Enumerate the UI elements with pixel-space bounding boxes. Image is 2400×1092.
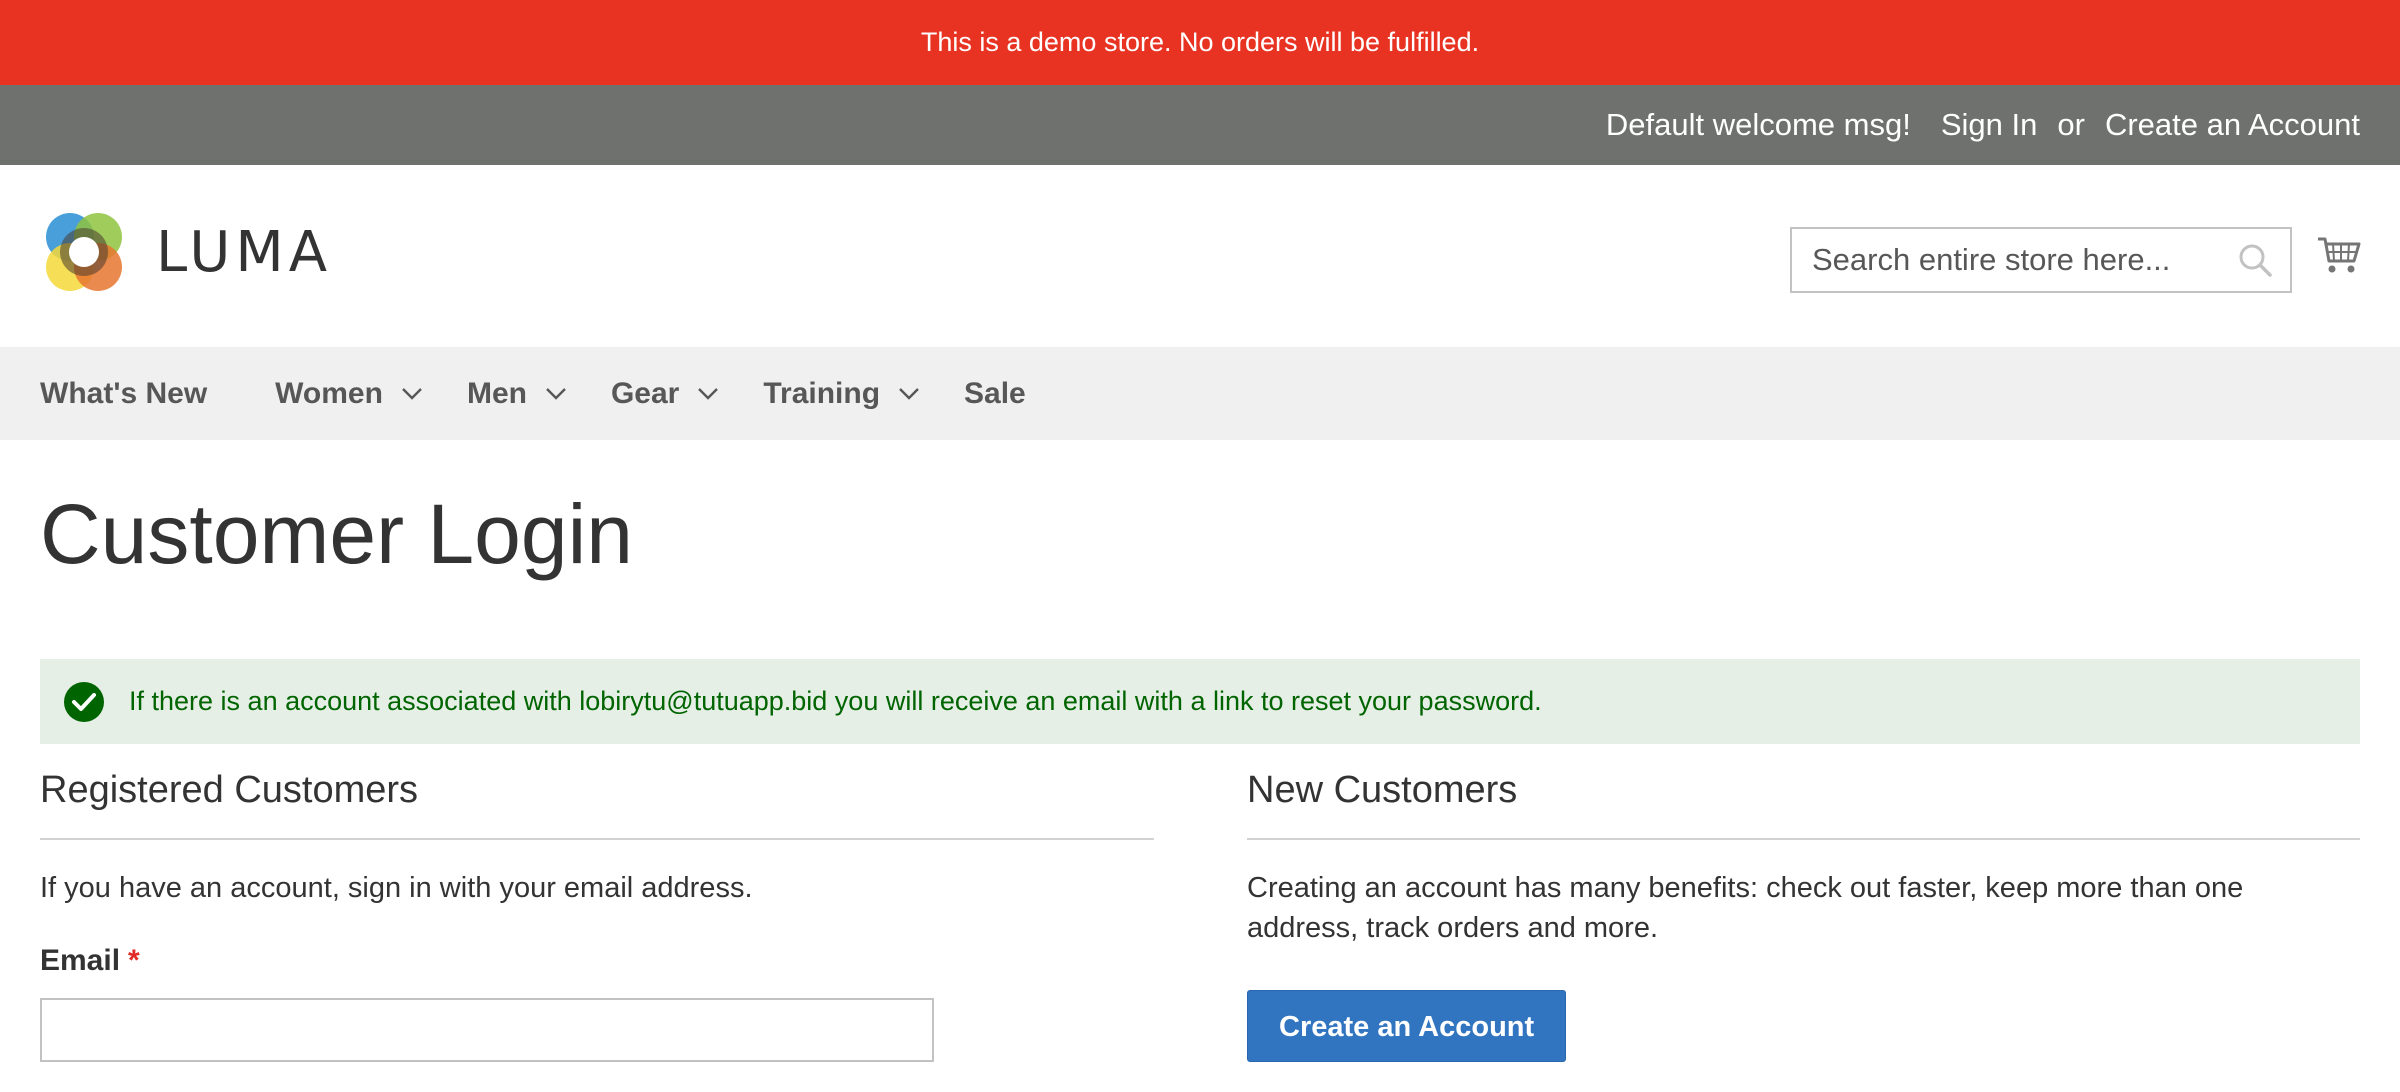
top-links-bar: Default welcome msg! Sign In or Create a… xyxy=(0,85,2400,165)
nav-item-women[interactable]: Women xyxy=(275,377,423,411)
search-icon[interactable] xyxy=(2238,243,2272,277)
nav-label: Women xyxy=(275,376,383,410)
demo-banner-text: This is a demo store. No orders will be … xyxy=(920,27,1480,57)
nav-item-whats-new[interactable]: What's New xyxy=(40,377,207,411)
registered-customers-block: Registered Customers If you have an acco… xyxy=(40,760,1154,1062)
new-customers-intro: Creating an account has many benefits: c… xyxy=(1247,872,2244,944)
chevron-down-icon xyxy=(899,387,919,400)
nav-item-men[interactable]: Men xyxy=(467,377,567,411)
registered-customers-title: Registered Customers xyxy=(40,760,1154,840)
logo-wordmark: LUMA xyxy=(156,219,333,285)
store-logo[interactable]: LUMA xyxy=(40,207,332,297)
nav-label: Men xyxy=(466,376,527,410)
create-account-link[interactable]: Create an Account xyxy=(2105,107,2360,143)
success-message: If there is an account associated with l… xyxy=(40,659,2360,744)
new-customers-title: New Customers xyxy=(1247,760,2360,840)
chevron-down-icon xyxy=(546,387,566,400)
email-field[interactable] xyxy=(40,998,934,1062)
nav-item-sale[interactable]: Sale xyxy=(964,377,1026,411)
cart-icon[interactable] xyxy=(2316,231,2362,277)
create-account-button[interactable]: Create an Account xyxy=(1247,990,1567,1062)
search-input[interactable] xyxy=(1792,229,2212,291)
new-customers-block: New Customers Creating an account has ma… xyxy=(1247,760,2360,1062)
page-header: LUMA xyxy=(0,165,2400,347)
nav-label: Gear xyxy=(610,376,680,410)
nav-label: Sale xyxy=(964,376,1026,410)
chevron-down-icon xyxy=(402,387,422,400)
email-label-text: Email xyxy=(40,944,121,977)
nav-label: Training xyxy=(763,376,881,410)
email-label: Email * xyxy=(40,944,1154,978)
required-asterisk: * xyxy=(128,944,140,977)
checkmark-icon xyxy=(64,681,104,722)
nav-item-gear[interactable]: Gear xyxy=(611,377,719,411)
header-links: Default welcome msg! Sign In or Create a… xyxy=(1606,85,2360,165)
nav-item-training[interactable]: Training xyxy=(763,377,920,411)
search-box xyxy=(1790,227,2292,293)
welcome-message: Default welcome msg! xyxy=(1605,107,1911,142)
chevron-down-icon xyxy=(698,387,719,400)
nav-label: What's New xyxy=(40,376,208,410)
success-message-text: If there is an account associated with l… xyxy=(129,686,1542,716)
sign-in-link[interactable]: Sign In xyxy=(1941,107,2038,143)
demo-store-banner: This is a demo store. No orders will be … xyxy=(0,0,2400,85)
main-navigation: What's New Women Men Gear Training Sale xyxy=(0,347,2400,440)
page-title: Customer Login xyxy=(40,487,633,581)
or-separator: or xyxy=(2057,107,2085,142)
luma-logo-icon xyxy=(46,213,122,291)
registered-customers-intro: If you have an account, sign in with you… xyxy=(40,872,753,904)
